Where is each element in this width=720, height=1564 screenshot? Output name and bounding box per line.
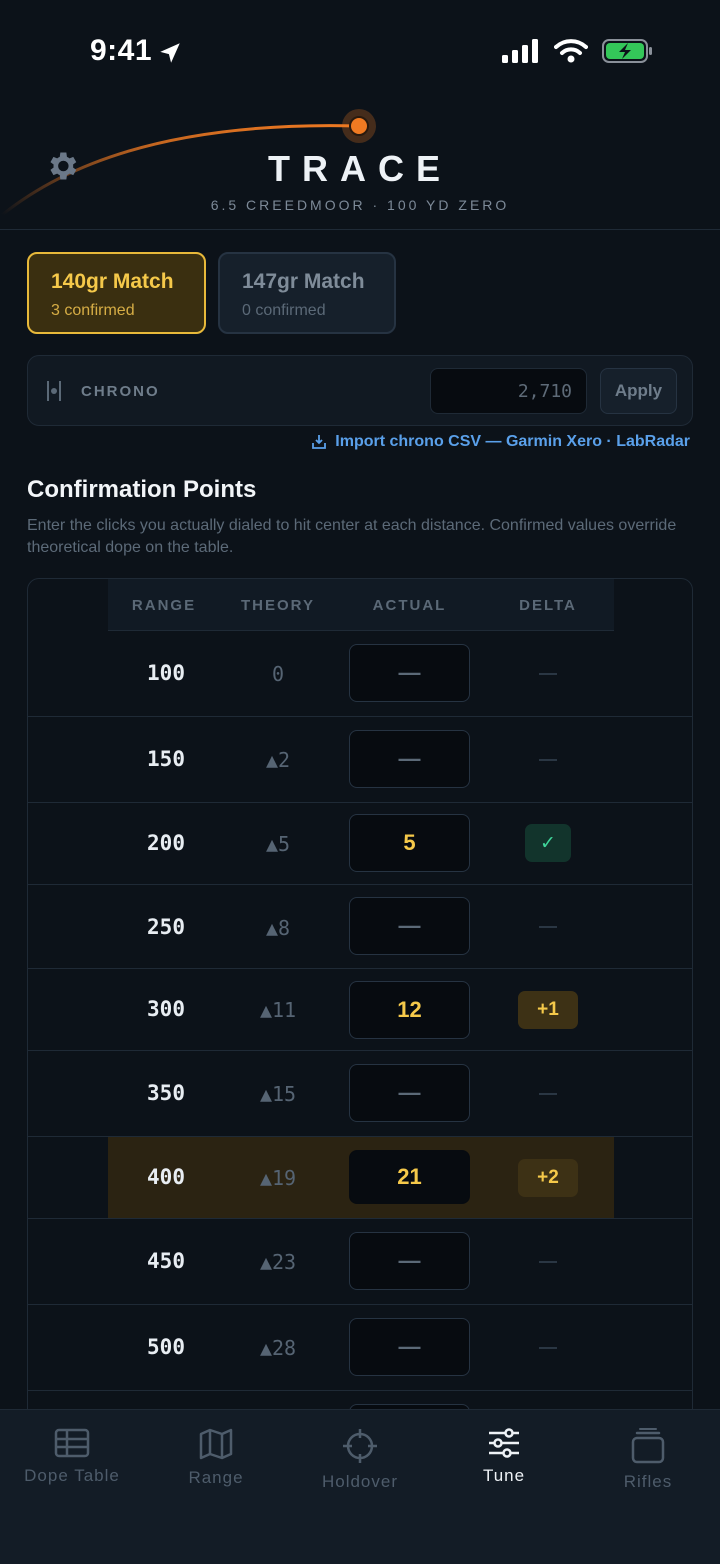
wifi-icon — [554, 39, 588, 63]
row-theory: ▲15 — [259, 1082, 297, 1106]
header-actual: ACTUAL — [372, 597, 447, 614]
chrono-gate-icon — [47, 381, 61, 401]
table-row: 350 ▲15 — — [28, 1051, 692, 1137]
app-title: TRACE — [268, 148, 452, 189]
row-delta — [488, 1093, 608, 1095]
table-row: 300 ▲11 12 +1 — [28, 969, 692, 1051]
delta-empty — [539, 1093, 557, 1095]
row-theory: ▲11 — [259, 998, 297, 1022]
tab-label: Holdover — [321, 1472, 399, 1491]
row-actual-input[interactable]: — — [349, 1064, 470, 1122]
row-actual-input[interactable]: 5 — [349, 814, 470, 872]
table-row: 150 ▲2 — — [28, 717, 692, 803]
table-row: 450 ▲23 — — [28, 1219, 692, 1305]
header-delta: DELTA — [519, 597, 577, 614]
tab-label: Rifles — [623, 1472, 673, 1491]
delta-empty — [539, 759, 557, 761]
delta-offset-badge: +2 — [518, 1159, 578, 1197]
delta-empty — [539, 926, 557, 928]
tab-label: Range — [188, 1468, 244, 1487]
row-delta: +1 — [488, 991, 608, 1029]
chrono-velocity-input[interactable] — [430, 368, 587, 414]
bottom-tab-bar: Dope Table Range Holdover Tune Rifles — [0, 1409, 720, 1564]
table-icon — [54, 1428, 90, 1458]
tab-label: Tune — [482, 1466, 526, 1485]
chrono-apply-button[interactable]: Apply — [600, 368, 677, 414]
load-name: 140gr Match — [51, 270, 174, 293]
battery-charging-icon — [602, 39, 652, 63]
confirmation-table: RANGE THEORY ACTUAL DELTA 100 0 — 150 ▲2… — [27, 578, 693, 1438]
row-delta — [488, 759, 608, 761]
tab-tune[interactable]: Tune — [432, 1428, 576, 1486]
row-theory: ▲5 — [265, 832, 291, 856]
table-header: RANGE THEORY ACTUAL DELTA — [108, 579, 614, 631]
delta-empty — [539, 673, 557, 675]
load-confirmed-count: 3 confirmed — [51, 302, 135, 319]
sliders-icon — [489, 1428, 519, 1458]
row-theory: ▲19 — [259, 1166, 297, 1190]
section-title: Confirmation Points — [27, 476, 257, 503]
tab-holdover[interactable]: Holdover — [288, 1428, 432, 1492]
tab-dope-table[interactable]: Dope Table — [0, 1428, 144, 1486]
row-actual-input[interactable]: — — [349, 1318, 470, 1376]
row-actual-input[interactable]: — — [349, 730, 470, 788]
row-actual-input[interactable]: — — [349, 644, 470, 702]
table-row: 250 ▲8 — — [28, 885, 692, 969]
signal-icon — [502, 39, 538, 63]
load-name: 147gr Match — [242, 270, 365, 293]
row-theory: ▲23 — [259, 1250, 297, 1274]
chrono-panel: CHRONO Apply — [27, 355, 693, 426]
location-arrow-icon — [160, 43, 180, 63]
row-delta — [488, 1347, 608, 1349]
row-delta — [488, 926, 608, 928]
tab-rifles[interactable]: Rifles — [576, 1428, 720, 1492]
import-link-label: Import chrono CSV — Garmin Xero · LabRad… — [335, 433, 690, 450]
table-row: 100 0 — — [28, 631, 692, 717]
header-range: RANGE — [131, 597, 197, 614]
row-delta: ✓ — [488, 824, 608, 862]
status-time: 9:41 — [90, 34, 153, 67]
delta-confirmed-badge: ✓ — [525, 824, 571, 862]
table-row-highlighted: 400 ▲19 21 +2 — [28, 1137, 692, 1219]
row-actual-input[interactable]: — — [349, 897, 470, 955]
import-icon — [312, 435, 327, 449]
row-delta — [488, 673, 608, 675]
header-theory: THEORY — [241, 597, 315, 614]
table-row: 500 ▲28 — — [28, 1305, 692, 1391]
row-delta — [488, 1261, 608, 1263]
table-row: 200 ▲5 5 ✓ — [28, 803, 692, 885]
delta-offset-badge: +1 — [518, 991, 578, 1029]
app-subtitle: 6.5 CREEDMOOR · 100 YD ZERO — [210, 197, 510, 213]
row-theory: ▲8 — [265, 916, 291, 940]
row-delta: +2 — [488, 1159, 608, 1197]
load-tab-140gr[interactable]: 140gr Match 3 confirmed — [27, 252, 206, 334]
row-actual-input[interactable]: 21 — [349, 1150, 470, 1204]
delta-empty — [539, 1347, 557, 1349]
tab-range[interactable]: Range — [144, 1428, 288, 1488]
import-chrono-csv-link[interactable]: Import chrono CSV — Garmin Xero · LabRad… — [311, 433, 690, 451]
stack-icon — [631, 1428, 665, 1464]
map-icon — [199, 1428, 233, 1460]
status-indicators — [502, 38, 654, 64]
delta-empty — [539, 1261, 557, 1263]
load-tab-147gr[interactable]: 147gr Match 0 confirmed — [218, 252, 396, 334]
row-theory: ▲2 — [265, 748, 291, 772]
row-theory: ▲28 — [259, 1336, 297, 1360]
chrono-label: CHRONO — [81, 383, 160, 400]
row-actual-input[interactable]: — — [349, 1232, 470, 1290]
tab-label: Dope Table — [24, 1466, 120, 1485]
row-actual-input[interactable]: 12 — [349, 981, 470, 1039]
section-description: Enter the clicks you actually dialed to … — [27, 517, 677, 556]
row-theory: 0 — [271, 662, 285, 686]
load-confirmed-count: 0 confirmed — [242, 302, 326, 319]
crosshair-icon — [343, 1429, 377, 1463]
